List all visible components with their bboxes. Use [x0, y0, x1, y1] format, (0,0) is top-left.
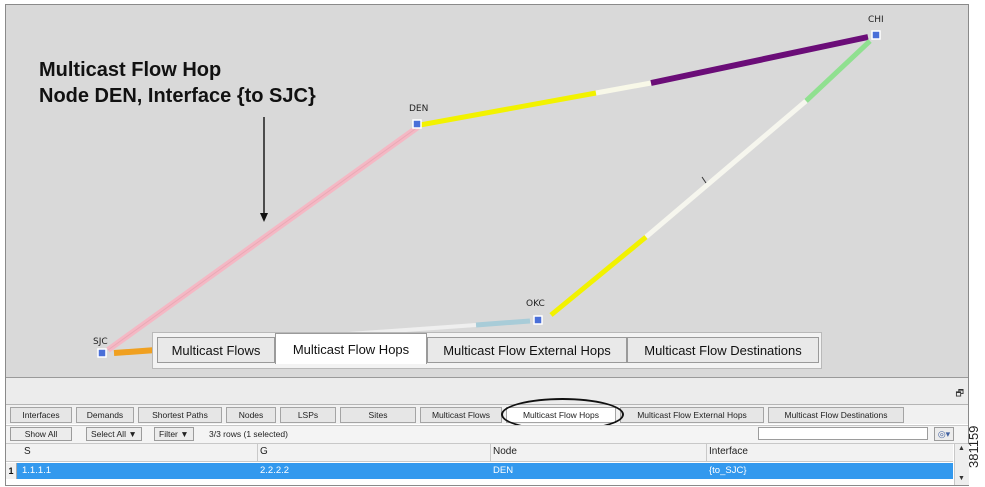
- row-number: 1: [6, 463, 17, 479]
- tab-multicast-flow-hops[interactable]: Multicast Flow Hops: [506, 407, 616, 423]
- column-header-interface[interactable]: Interface: [709, 446, 748, 457]
- link-chi-okc-white[interactable]: [644, 99, 808, 239]
- row-count-label: 3/3 rows (1 selected): [209, 429, 288, 439]
- tab-shortest-paths[interactable]: Shortest Paths: [138, 407, 222, 423]
- search-input[interactable]: [758, 427, 928, 440]
- select-all-button[interactable]: Select All ▼: [86, 427, 142, 441]
- column-header-g[interactable]: G: [260, 446, 268, 457]
- zoom-tab-multicast-flow-hops[interactable]: Multicast Flow Hops: [275, 333, 427, 364]
- table-row[interactable]: 1 1.1.1.1 2.2.2.2 DEN {to_SJC}: [6, 463, 953, 479]
- link-den-chi-white[interactable]: [595, 80, 652, 96]
- cell-node[interactable]: DEN: [493, 465, 513, 476]
- tab-demands[interactable]: Demands: [76, 407, 134, 423]
- select-all-label: Select All: [91, 429, 126, 439]
- zoom-tab-multicast-flow-destinations[interactable]: Multicast Flow Destinations: [627, 337, 819, 363]
- node-den[interactable]: [412, 119, 422, 129]
- callout-line-1: Multicast Flow Hop: [39, 59, 222, 81]
- cell-s[interactable]: 1.1.1.1: [22, 465, 51, 476]
- restore-icon[interactable]: 🗗: [956, 386, 964, 402]
- chevron-down-icon: ▼: [180, 429, 189, 439]
- tab-multicast-flows[interactable]: Multicast Flows: [420, 407, 502, 423]
- node-label-okc: OKC: [526, 299, 545, 309]
- figure-id: 381159: [963, 410, 985, 470]
- zoomed-tab-strip: Multicast Flows Multicast Flow Hops Mult…: [152, 332, 822, 369]
- table-header: S G Node Interface: [6, 444, 953, 462]
- tab-sites[interactable]: Sites: [340, 407, 416, 423]
- column-header-s[interactable]: S: [24, 446, 31, 457]
- chevron-down-icon: ▼: [128, 429, 137, 439]
- node-chi[interactable]: [871, 30, 881, 40]
- panel-splitter[interactable]: 🗗: [6, 378, 968, 405]
- column-header-node[interactable]: Node: [493, 446, 517, 457]
- link-den-chi-yellow[interactable]: [419, 90, 597, 128]
- node-label-sjc: SJC: [93, 337, 108, 347]
- table-toolbar: Show All Select All ▼ Filter ▼ 3/3 rows …: [6, 425, 968, 444]
- node-label-den: DEN: [409, 104, 429, 114]
- application-window: Multicast Flow Hop Node DEN, Interface {…: [5, 4, 969, 486]
- cell-interface[interactable]: {to_SJC}: [709, 465, 747, 476]
- link-chi-okc-yellow[interactable]: [549, 235, 648, 317]
- zoom-tab-multicast-flow-external-hops[interactable]: Multicast Flow External Hops: [427, 337, 627, 363]
- callout-line-2: Node DEN, Interface {to SJC}: [39, 85, 316, 107]
- node-okc[interactable]: [533, 315, 543, 325]
- table-tab-bar: Interfaces Demands Shortest Paths Nodes …: [6, 405, 968, 424]
- node-label-chi: CHI: [868, 15, 884, 25]
- show-all-button[interactable]: Show All: [10, 427, 72, 441]
- data-table: S G Node Interface 1 1.1.1.1 2.2.2.2 DEN…: [6, 444, 953, 485]
- tab-multicast-flow-destinations[interactable]: Multicast Flow Destinations: [768, 407, 904, 423]
- tab-multicast-flow-external-hops[interactable]: Multicast Flow External Hops: [620, 407, 764, 423]
- link-sjc-orange[interactable]: [113, 347, 157, 356]
- filter-label: Filter: [159, 429, 178, 439]
- zoom-tab-multicast-flows[interactable]: Multicast Flows: [157, 337, 275, 363]
- options-gear-icon[interactable]: ◎▾: [934, 427, 954, 441]
- tab-lsps[interactable]: LSPs: [280, 407, 336, 423]
- network-map[interactable]: Multicast Flow Hop Node DEN, Interface {…: [6, 5, 968, 378]
- scroll-down-icon[interactable]: ▼: [958, 475, 965, 482]
- cell-g[interactable]: 2.2.2.2: [260, 465, 289, 476]
- filter-button[interactable]: Filter ▼: [154, 427, 194, 441]
- callout-text: Multicast Flow Hop Node DEN, Interface {…: [39, 57, 316, 109]
- node-sjc[interactable]: [97, 348, 107, 358]
- figure-id-text: 381159: [966, 425, 981, 468]
- tab-nodes[interactable]: Nodes: [226, 407, 276, 423]
- tab-interfaces[interactable]: Interfaces: [10, 407, 72, 423]
- link-okc-sjc-blue[interactable]: [475, 318, 531, 328]
- arrow-head-icon: [260, 213, 268, 222]
